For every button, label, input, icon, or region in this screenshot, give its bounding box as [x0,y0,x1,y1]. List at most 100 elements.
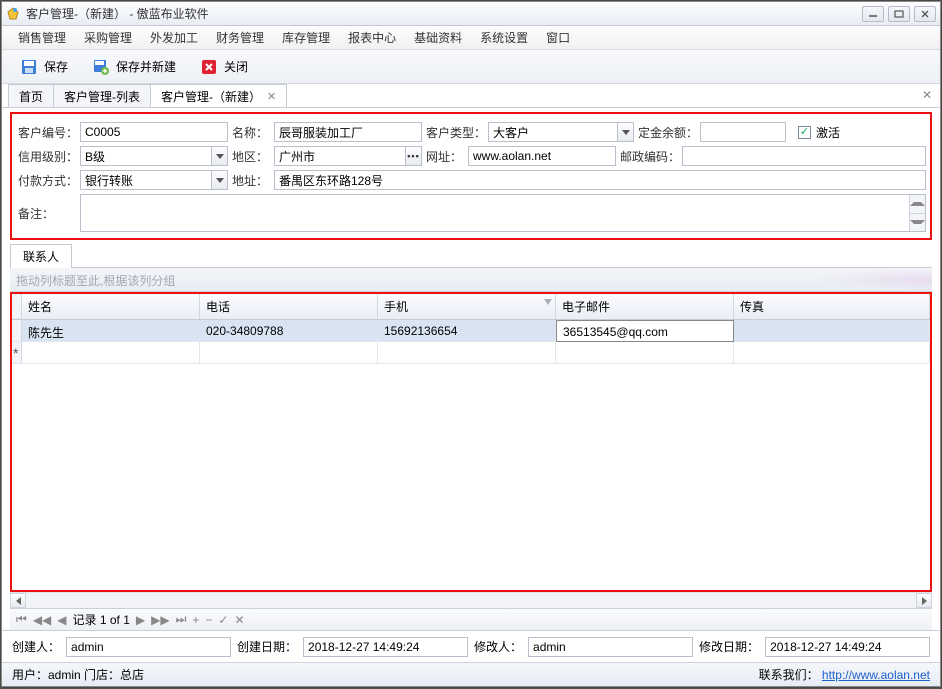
new-row-indicator[interactable] [12,342,22,364]
grid-header: 姓名 电话 手机 电子邮件 传真 [12,294,930,320]
menu-outsourcing[interactable]: 外发加工 [144,26,204,49]
credit-level-select[interactable] [80,146,212,166]
menu-sales[interactable]: 销售管理 [12,26,72,49]
record-position: 记录 1 of 1 [73,611,130,628]
deposit-balance-input[interactable] [700,122,786,142]
save-icon [20,58,38,76]
status-link[interactable]: http://www.aolan.net [822,668,930,682]
grid-group-hint[interactable]: 拖动列标题至此,根据该列分组 [10,268,932,292]
nav-next-page-icon[interactable]: ▶▶ [151,613,169,627]
credit-level-dropdown-icon[interactable] [212,146,228,166]
nav-prev-icon[interactable]: ◀ [57,613,66,627]
scroll-right-icon[interactable] [916,593,932,608]
tab-customer-new-label: 客户管理-（新建） [161,88,261,105]
creator-input[interactable] [66,637,231,657]
nav-add-icon[interactable]: + [192,613,199,627]
menu-purchase[interactable]: 采购管理 [78,26,138,49]
menu-window[interactable]: 窗口 [540,26,576,49]
table-row-new[interactable] [12,342,930,364]
tab-home-label: 首页 [19,88,43,105]
close-window-button[interactable] [914,6,936,22]
label-url: 网址： [424,148,466,165]
save-new-icon [92,58,110,76]
customer-name-input[interactable] [274,122,422,142]
menu-finance[interactable]: 财务管理 [210,26,270,49]
menu-settings[interactable]: 系统设置 [474,26,534,49]
label-address: 地址： [230,172,272,189]
label-credit: 信用级别： [16,148,78,165]
cell-fax[interactable] [734,320,930,342]
nav-delete-icon[interactable]: − [205,613,212,627]
region-picker-icon[interactable]: ••• [406,146,422,166]
tab-home[interactable]: 首页 [8,84,54,107]
window-title: 客户管理-（新建） - 傲蓝布业软件 [26,5,862,22]
payment-method-select[interactable] [80,170,212,190]
nav-next-icon[interactable]: ▶ [136,613,145,627]
cell-tel[interactable]: 020-34809788 [200,320,378,342]
customer-code-input[interactable] [80,122,228,142]
save-and-new-button[interactable]: 保存并新建 [86,55,182,79]
app-icon [6,7,20,21]
col-mobile[interactable]: 手机 [378,294,556,319]
save-label: 保存 [44,58,68,75]
payment-method-dropdown-icon[interactable] [212,170,228,190]
close-label: 关闭 [224,58,248,75]
grid-row-selector-header [12,294,22,319]
nav-last-icon[interactable]: ⏭ [176,612,187,627]
status-contact: 联系我们： http://www.aolan.net [759,666,930,683]
customer-type-dropdown-icon[interactable] [618,122,634,142]
nav-prev-page-icon[interactable]: ◀◀ [33,613,51,627]
active-checkbox[interactable]: ✓ [798,126,811,139]
label-modifier: 修改人： [474,638,522,655]
col-tel[interactable]: 电话 [200,294,378,319]
col-mobile-filter-icon[interactable] [544,299,552,305]
tab-customer-list[interactable]: 客户管理-列表 [53,84,151,107]
remark-textarea[interactable] [80,194,926,232]
col-fax[interactable]: 传真 [734,294,930,319]
tab-close-icon[interactable]: ✕ [267,90,276,103]
table-row[interactable]: 陈先生 020-34809788 15692136654 36513545@qq… [12,320,930,342]
create-date-input[interactable] [303,637,468,657]
address-input[interactable] [274,170,926,190]
col-name[interactable]: 姓名 [22,294,200,319]
grid-body: 陈先生 020-34809788 15692136654 36513545@qq… [12,320,930,590]
save-button[interactable]: 保存 [14,55,74,79]
label-region: 地区： [230,148,272,165]
row-indicator[interactable] [12,320,22,342]
tab-customer-new[interactable]: 客户管理-（新建） ✕ [150,84,287,107]
label-deposit: 定金余额： [636,124,698,141]
horizontal-scrollbar[interactable] [10,592,932,608]
region-input[interactable] [274,146,406,166]
remark-scroll-up-icon[interactable] [910,195,925,214]
maximize-button[interactable] [888,6,910,22]
label-remark: 备注： [16,205,78,222]
document-tabs: 首页 客户管理-列表 客户管理-（新建） ✕ ✕ [2,84,940,108]
modify-date-input[interactable] [765,637,930,657]
close-button[interactable]: 关闭 [194,55,254,79]
nav-first-icon[interactable]: ⏮ [16,612,27,627]
postal-code-input[interactable] [682,146,926,166]
menu-reports[interactable]: 报表中心 [342,26,402,49]
cell-email[interactable]: 36513545@qq.com [556,320,734,342]
tab-customer-list-label: 客户管理-列表 [64,88,140,105]
menu-basedata[interactable]: 基础资料 [408,26,468,49]
customer-type-select[interactable] [488,122,618,142]
cell-mobile[interactable]: 15692136654 [378,320,556,342]
minimize-button[interactable] [862,6,884,22]
tab-contacts[interactable]: 联系人 [10,244,72,268]
modifier-input[interactable] [528,637,693,657]
nav-commit-icon[interactable]: ✓ [218,613,228,627]
status-user: 用户：admin 门店：总店 [12,666,144,683]
scroll-left-icon[interactable] [10,593,26,608]
tabs-close-all-icon[interactable]: ✕ [922,88,932,102]
save-new-label: 保存并新建 [116,58,176,75]
menu-inventory[interactable]: 库存管理 [276,26,336,49]
toolbar: 保存 保存并新建 关闭 [2,50,940,84]
website-input[interactable] [468,146,616,166]
col-email[interactable]: 电子邮件 [556,294,734,319]
label-type: 客户类型： [424,124,486,141]
cell-name[interactable]: 陈先生 [22,320,200,342]
remark-scroll-down-icon[interactable] [910,214,925,232]
contacts-grid: 姓名 电话 手机 电子邮件 传真 陈先生 020-34809788 156921… [10,292,932,592]
nav-cancel-icon[interactable]: ✕ [234,613,244,627]
